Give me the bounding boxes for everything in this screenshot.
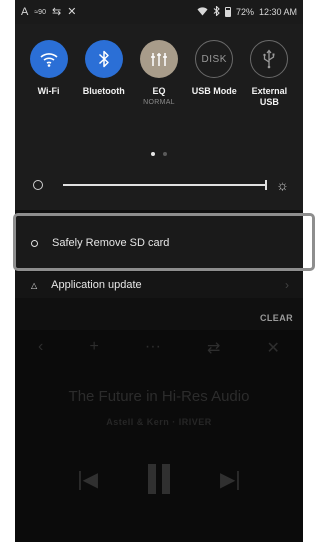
eq-toggle-label: EQ — [152, 86, 166, 96]
wifi-status-icon — [197, 6, 208, 18]
notification-text: Application update — [51, 279, 142, 291]
bluetooth-toggle-button[interactable] — [84, 40, 123, 78]
bluetooth-icon — [98, 50, 110, 68]
bluetooth-toggle[interactable]: Bluetooth — [76, 40, 131, 108]
repeat-icon: ⇄ — [206, 340, 221, 357]
eq-preset-label: NORMAL — [143, 99, 175, 106]
external-usb-toggle[interactable]: External USB — [242, 40, 297, 108]
pause-icon — [148, 464, 170, 494]
wifi-toggle-label: Wi-Fi — [37, 86, 60, 96]
wifi-toggle[interactable]: Wi-Fi — [21, 40, 76, 108]
device-screen: A ≈90 ⇆ ✕ 72% 12:30 AM Wi-Fi Bluetooth E… — [15, 0, 303, 542]
player-top-controls: ‹ + ··· ⇄ ✕ — [15, 338, 303, 358]
shuffle-icon: ✕ — [266, 340, 280, 357]
status-left-icons: A ≈90 ⇆ ✕ — [21, 5, 77, 18]
clock: 12:30 AM — [258, 7, 297, 17]
transport-controls: |◀ ▶| — [15, 464, 303, 494]
eq-toggle[interactable]: EQ NORMAL — [131, 40, 186, 108]
repeat-icon: ⇆ — [51, 5, 62, 18]
eq-toggle-button[interactable] — [140, 40, 178, 78]
notification-sd-card[interactable]: Safely Remove SD card — [15, 216, 303, 270]
back-icon: ‹ — [38, 338, 44, 355]
chevron-right-icon: › — [285, 278, 289, 292]
gain-icon: ≈90 — [34, 8, 46, 16]
wifi-icon — [39, 51, 59, 67]
brightness-slider[interactable]: ☼ — [33, 178, 289, 192]
page-dot-active[interactable] — [151, 152, 155, 156]
external-usb-toggle-label: External USB — [251, 86, 288, 107]
brightness-thumb[interactable] — [265, 180, 268, 190]
warning-triangle-icon: △ — [31, 280, 38, 290]
notification-app-update[interactable]: △ Application update › — [15, 272, 303, 298]
bluetooth-toggle-label: Bluetooth — [82, 86, 125, 96]
external-usb-toggle-button[interactable] — [250, 40, 289, 78]
brightness-low-icon — [33, 180, 43, 190]
page-indicator — [15, 152, 303, 156]
battery-percent: 72% — [235, 7, 254, 17]
eq-icon — [150, 51, 168, 67]
next-track-icon: ▶| — [220, 468, 241, 491]
bluetooth-status-icon — [213, 5, 220, 18]
clear-button[interactable]: CLEAR — [260, 313, 293, 323]
status-bar: A ≈90 ⇆ ✕ 72% 12:30 AM — [15, 0, 303, 24]
shuffle-icon: ✕ — [67, 5, 77, 18]
astell-logo-icon: A — [21, 5, 29, 18]
add-icon: + — [89, 338, 99, 355]
notification-text: Safely Remove SD card — [52, 237, 170, 249]
status-right-icons: 72% 12:30 AM — [197, 5, 297, 18]
brightness-track[interactable] — [63, 180, 268, 190]
player-background: ‹ + ··· ⇄ ✕ The Future in Hi-Res Audio A… — [15, 330, 303, 542]
battery-icon — [224, 7, 231, 17]
song-title: The Future in Hi-Res Audio — [68, 388, 250, 405]
usb-mode-toggle-button[interactable]: DISK — [195, 40, 234, 78]
page-dot[interactable] — [163, 152, 167, 156]
usb-mode-toggle-label: USB Mode — [191, 86, 237, 96]
previous-track-icon: |◀ — [77, 468, 98, 491]
brightness-high-icon: ☼ — [276, 177, 289, 193]
quick-settings-panel: Wi-Fi Bluetooth EQ NORMAL DISK USB Mode … — [15, 24, 303, 210]
quick-toggles: Wi-Fi Bluetooth EQ NORMAL DISK USB Mode … — [15, 40, 303, 108]
usb-mode-toggle[interactable]: DISK USB Mode — [187, 40, 242, 108]
disk-icon: DISK — [201, 53, 227, 65]
more-icon: ··· — [144, 338, 161, 355]
sd-card-icon — [31, 239, 38, 247]
wifi-toggle-button[interactable] — [29, 40, 68, 78]
usb-icon — [262, 49, 276, 69]
song-artist: Astell & Kern · IRIVER — [106, 417, 212, 427]
